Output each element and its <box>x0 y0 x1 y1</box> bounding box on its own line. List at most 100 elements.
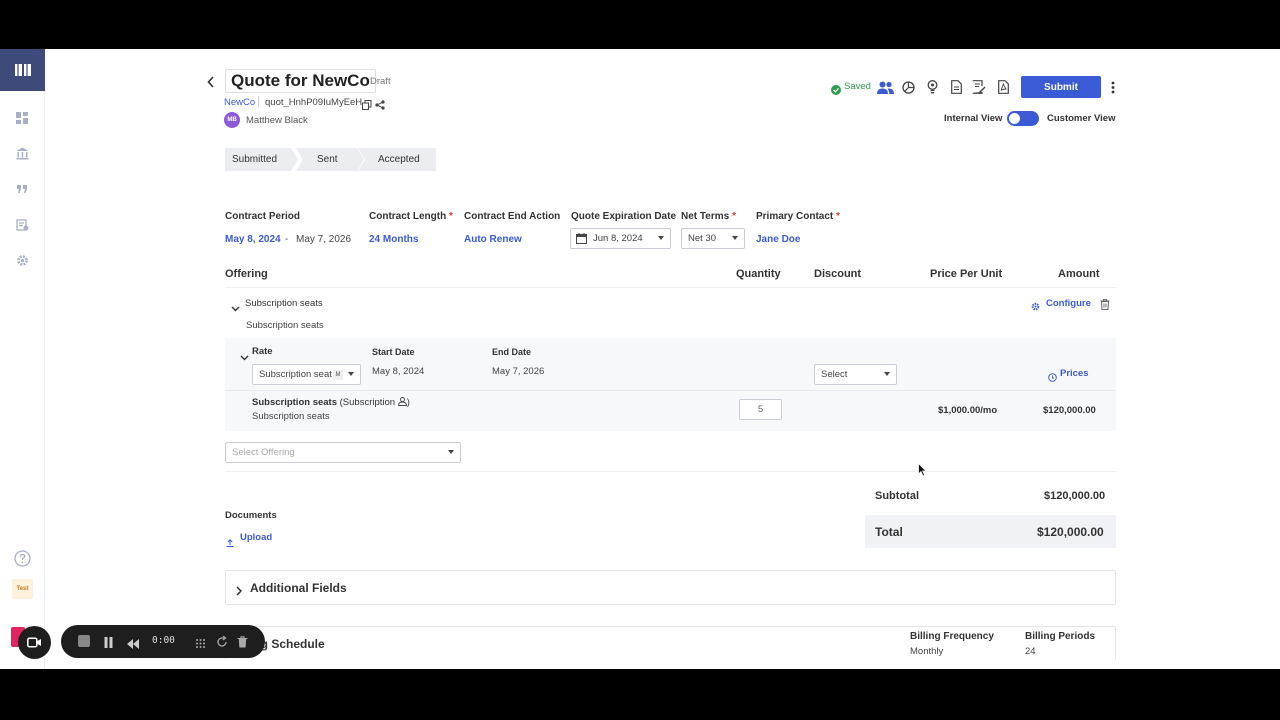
upload-button[interactable]: Upload <box>240 532 272 543</box>
net-terms-select[interactable]: Net 30 <box>681 228 745 249</box>
discount-select-value: Select <box>821 369 848 380</box>
contract-end-action-label: Contract End Action <box>464 211 561 222</box>
chevron-down-icon[interactable] <box>231 299 240 312</box>
quote-title-input[interactable]: Quote for NewCo <box>225 69 376 93</box>
chevron-down-icon <box>658 236 664 240</box>
primary-contact-text: Primary Contact <box>756 211 834 222</box>
contract-length-value[interactable]: 24 Months <box>369 234 418 245</box>
expiration-date-value: Jun 8, 2024 <box>593 233 643 244</box>
primary-contact-label: Primary Contact * <box>756 211 840 222</box>
rate-end-date[interactable]: May 7, 2026 <box>492 366 544 377</box>
divider <box>225 287 1116 288</box>
test-mode-badge[interactable]: Test <box>12 579 33 599</box>
restart-icon[interactable] <box>216 635 228 647</box>
offering-group-subtitle: Subscription seats <box>246 320 324 331</box>
rate-select-value: Subscription seat <box>259 369 332 380</box>
divider <box>225 471 1116 472</box>
divider <box>258 96 259 107</box>
gear-icon <box>1031 298 1040 311</box>
quantity-input[interactable]: 5 <box>739 399 782 420</box>
line-item-subtitle: Subscription seats <box>252 411 330 422</box>
dashboard-icon[interactable] <box>13 109 31 127</box>
primary-contact-value[interactable]: Jane Doe <box>756 234 800 245</box>
step-label: Accepted <box>378 154 420 165</box>
owner-name: Matthew Black <box>246 115 308 126</box>
quantity-header: Quantity <box>736 268 781 280</box>
contract-period-label: Contract Period <box>225 211 301 222</box>
saved-check-icon <box>831 82 841 95</box>
back-chevron-icon[interactable] <box>207 75 217 88</box>
video-camera-icon <box>27 637 41 648</box>
net-terms-text: Net Terms <box>681 211 730 222</box>
required-mark: * <box>731 211 736 222</box>
select-offering-placeholder: Select Offering <box>232 447 295 458</box>
step-label: Sent <box>317 154 338 165</box>
help-icon[interactable] <box>12 548 32 568</box>
rewind-icon[interactable] <box>127 636 139 649</box>
discount-select[interactable]: Select <box>814 364 897 385</box>
lightbulb-icon[interactable] <box>924 79 940 95</box>
billing-periods-label: Billing Periods <box>1025 631 1096 642</box>
rate-start-date[interactable]: May 8, 2024 <box>372 366 424 377</box>
invoice-icon[interactable] <box>13 216 31 234</box>
pdf-icon[interactable] <box>995 79 1011 95</box>
pause-icon[interactable] <box>104 635 114 648</box>
settings-gear-icon[interactable] <box>13 251 31 269</box>
documents-label: Documents <box>225 510 277 521</box>
select-offering-dropdown[interactable]: Select Offering <box>225 442 461 463</box>
additional-fields-card[interactable]: Additional Fields <box>225 570 1116 605</box>
chevron-down-icon[interactable] <box>240 348 249 361</box>
trash-icon[interactable] <box>1100 297 1110 310</box>
contract-end-date[interactable]: May 7, 2026 <box>296 234 351 245</box>
internal-view-label: Internal View <box>944 113 1003 124</box>
step-submitted[interactable]: Submitted <box>225 148 298 171</box>
contract-length-label: Contract Length * <box>369 211 453 222</box>
rate-label: Rate <box>252 346 273 357</box>
app-frame: Test Quote for NewCo Draft NewCo quot_Hn… <box>0 49 1280 669</box>
expiration-date-picker[interactable]: Jun 8, 2024 <box>570 228 671 249</box>
billing-schedule-card[interactable]: ing Schedule Billing Frequency Monthly B… <box>225 626 1116 660</box>
chevron-down-icon <box>448 450 454 454</box>
copy-icon[interactable] <box>362 97 372 110</box>
pie-chart-icon[interactable] <box>900 79 916 95</box>
offering-group-name: Subscription seats <box>245 298 323 309</box>
document-icon[interactable] <box>948 79 964 95</box>
contract-start-date[interactable]: May 8, 2024 <box>225 234 281 245</box>
edit-document-icon[interactable] <box>971 79 987 95</box>
chevron-right-icon <box>236 583 243 596</box>
prices-link[interactable]: Prices <box>1060 368 1089 379</box>
quote-icon[interactable] <box>13 180 31 198</box>
submit-button[interactable]: Submit <box>1021 76 1101 98</box>
date-separator: - <box>285 234 289 245</box>
company-link[interactable]: NewCo <box>224 97 255 108</box>
contract-end-action-value[interactable]: Auto Renew <box>464 234 522 245</box>
view-toggle[interactable] <box>1007 111 1039 126</box>
prices-info-icon <box>1048 369 1057 382</box>
step-accepted[interactable]: Accepted <box>358 148 436 171</box>
required-mark: * <box>836 211 840 222</box>
rate-select[interactable]: Subscription seat M <box>252 364 361 385</box>
more-options-icon[interactable] <box>1110 81 1116 95</box>
stop-icon[interactable] <box>78 635 90 647</box>
delete-recording-icon[interactable] <box>237 635 248 648</box>
subtotal-label: Subtotal <box>875 490 919 502</box>
avatar: MB <box>224 112 240 128</box>
recorder-time: 0:00 <box>152 635 175 646</box>
user-icon <box>397 397 407 406</box>
status-badge: Draft <box>370 76 391 87</box>
collaborators-icon[interactable] <box>876 79 894 95</box>
configure-button[interactable]: Configure <box>1046 298 1091 309</box>
step-sent[interactable]: Sent <box>296 148 364 171</box>
line-amount-value: $120,000.00 <box>1043 405 1096 416</box>
chevron-down-icon <box>348 372 354 376</box>
app-logo[interactable] <box>0 49 45 91</box>
contract-length-text: Contract Length <box>369 211 447 222</box>
grid-icon[interactable] <box>195 636 206 648</box>
chevron-down-icon <box>884 372 890 376</box>
subtotal-value: $120,000.00 <box>1044 490 1106 502</box>
required-mark: * <box>449 211 453 222</box>
total-value: $120,000.00 <box>1037 525 1104 539</box>
bank-icon[interactable] <box>13 144 31 162</box>
share-icon[interactable] <box>375 97 385 110</box>
camera-toggle-button[interactable] <box>18 626 51 659</box>
